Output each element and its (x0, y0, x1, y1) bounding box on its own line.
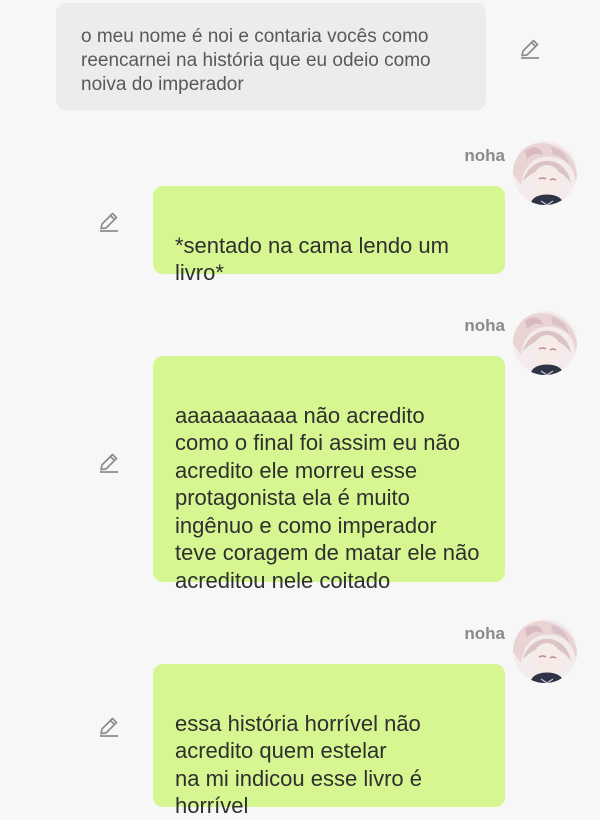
pencil-edit-icon[interactable] (517, 35, 543, 61)
message-text: aaaaaaaaaa não acredito como o final foi… (175, 402, 480, 593)
author-name: noha (464, 624, 505, 643)
author-name: noha (464, 146, 505, 165)
pencil-edit-icon[interactable] (96, 208, 122, 234)
message-text: *sentado na cama lendo um livro* (175, 232, 449, 286)
author-name: noha (464, 316, 505, 335)
message-bubble-sent: essa história horrível não acredito quem… (153, 664, 505, 818)
avatar[interactable] (513, 311, 577, 375)
avatar[interactable] (513, 619, 577, 683)
message-bubble-sent: aaaaaaaaaa não acredito como o final foi… (153, 356, 505, 593)
message-text: essa história horrível não acredito quem… (175, 710, 423, 819)
message-text: o meu nome é noi e contaria vocês como r… (81, 26, 431, 95)
pencil-edit-icon[interactable] (96, 449, 122, 475)
avatar[interactable] (513, 141, 577, 205)
pencil-edit-icon[interactable] (96, 713, 122, 739)
message-bubble-sent: *sentado na cama lendo um livro* (153, 186, 505, 285)
message-bubble-received: o meu nome é noi e contaria vocês como r… (56, 3, 486, 110)
